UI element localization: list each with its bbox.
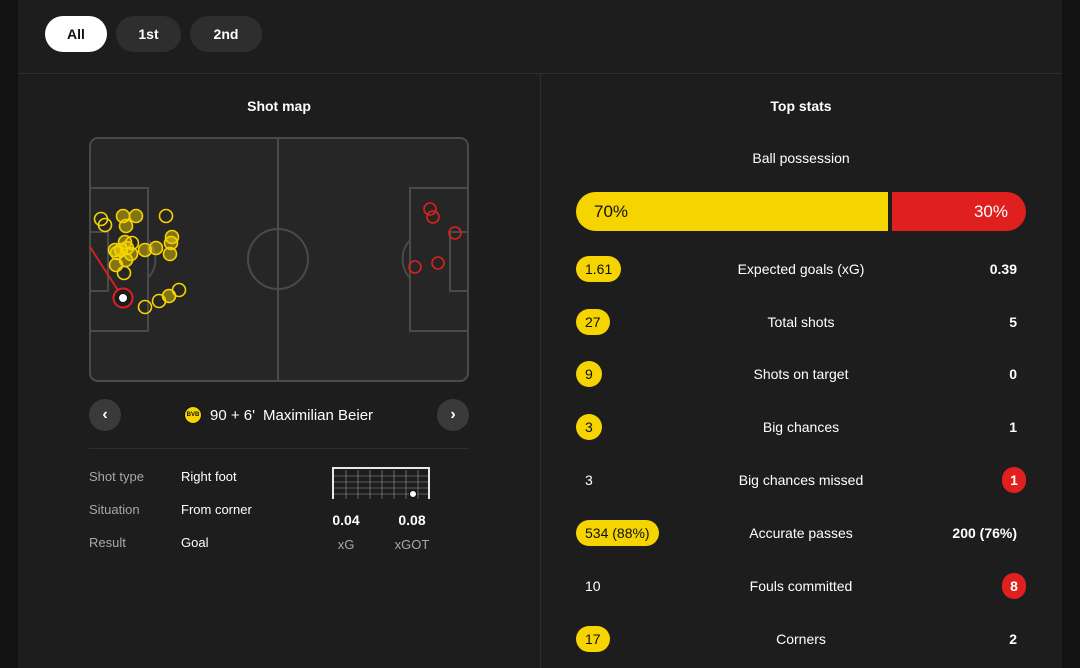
home-shot-marker (107, 242, 123, 258)
xg-value: 0.04 (332, 512, 360, 528)
tab-second-half[interactable]: 2nd (190, 16, 262, 52)
stat-row: Expected goals (xG) 1.61 0.39 (576, 256, 1026, 284)
stat-home-value: 9 (576, 361, 602, 387)
ball-icon (118, 293, 128, 303)
xg-label: xG (337, 537, 355, 552)
stat-home-value: 3 (585, 472, 593, 488)
club-badge-icon: BVB (184, 406, 202, 424)
stat-home-value: 17 (576, 626, 610, 652)
column-divider (540, 74, 541, 668)
shot-player: Maximilian Beier (263, 406, 374, 424)
stat-label: Fouls committed (749, 578, 853, 594)
tab-all[interactable]: All (45, 16, 107, 52)
stat-row: Big chances missed 3 1 (576, 467, 1026, 495)
tab-first-half[interactable]: 1st (116, 16, 181, 52)
stat-away-value: 1 (1009, 419, 1017, 435)
previous-shot-button[interactable]: ‹ (89, 399, 121, 431)
stat-row: Shots on target 9 0 (576, 361, 1026, 389)
selected-shot-caption: BVB 90 + 6' Maximilian Beier (184, 403, 373, 427)
home-shot-marker (128, 208, 144, 224)
possession-away-value: 30% (973, 201, 1008, 221)
shot-map-pitch (89, 137, 469, 382)
home-shot-marker (161, 288, 177, 304)
stat-away-value: 2 (1009, 631, 1017, 647)
possession-home-value: 70% (594, 201, 629, 221)
chevron-left-icon: ‹ (102, 406, 108, 423)
stat-away-value: 200 (76%) (952, 525, 1017, 541)
possession-away-bar: 30% (892, 192, 1026, 231)
xgot-value: 0.08 (398, 512, 426, 528)
top-stats-title: Top stats (770, 98, 832, 114)
stat-row: Fouls committed 10 8 (576, 573, 1026, 601)
next-shot-button[interactable]: › (437, 399, 469, 431)
stat-home-value: 3 (576, 414, 602, 440)
stat-away-value: 1 (1002, 467, 1026, 493)
ball-position-marker (409, 490, 417, 498)
stat-away-value: 0.39 (989, 261, 1017, 277)
stat-label: Expected goals (xG) (737, 261, 865, 277)
stat-label: Big chances missed (738, 472, 864, 488)
stat-row: Accurate passes 534 (88%) 200 (76%) (576, 520, 1026, 548)
shot-minute: 90 + 6' (210, 406, 255, 424)
stat-row: Corners 17 2 (576, 626, 1026, 654)
shot-map-title: Shot map (247, 98, 311, 114)
stat-label: Corners (776, 631, 826, 647)
stat-home-value: 1.61 (576, 256, 622, 282)
xgot-label: xGOT (394, 537, 430, 552)
home-shot-marker (148, 240, 164, 256)
home-shot-marker (118, 218, 134, 234)
stat-home-value: 534 (88%) (576, 520, 659, 546)
situation-value: From corner (181, 502, 252, 517)
home-shot-marker (162, 246, 178, 262)
chevron-right-icon: › (450, 406, 456, 423)
possession-label: Ball possession (752, 150, 850, 166)
goal-frame-icon (332, 467, 430, 499)
stat-home-value: 10 (585, 578, 601, 594)
stat-label: Shots on target (753, 366, 849, 382)
stat-away-value: 5 (1009, 314, 1017, 330)
stat-home-value: 27 (576, 309, 610, 335)
shot-type-label: Shot type (89, 469, 144, 484)
stat-row: Total shots 27 5 (576, 309, 1026, 337)
pitch-lines (89, 137, 469, 382)
result-label: Result (89, 535, 126, 550)
shot-detail-divider (89, 448, 469, 449)
home-shot-marker (118, 252, 134, 268)
stat-label: Total shots (767, 314, 835, 330)
stat-away-value: 8 (1002, 573, 1026, 599)
stat-label: Big chances (762, 419, 840, 435)
possession-home-bar: 70% (576, 192, 888, 231)
result-value: Goal (181, 535, 209, 550)
situation-label: Situation (89, 502, 140, 517)
stat-away-value: 0 (1009, 366, 1017, 382)
shot-type-value: Right foot (181, 469, 237, 484)
stat-row: Big chances 3 1 (576, 414, 1026, 442)
